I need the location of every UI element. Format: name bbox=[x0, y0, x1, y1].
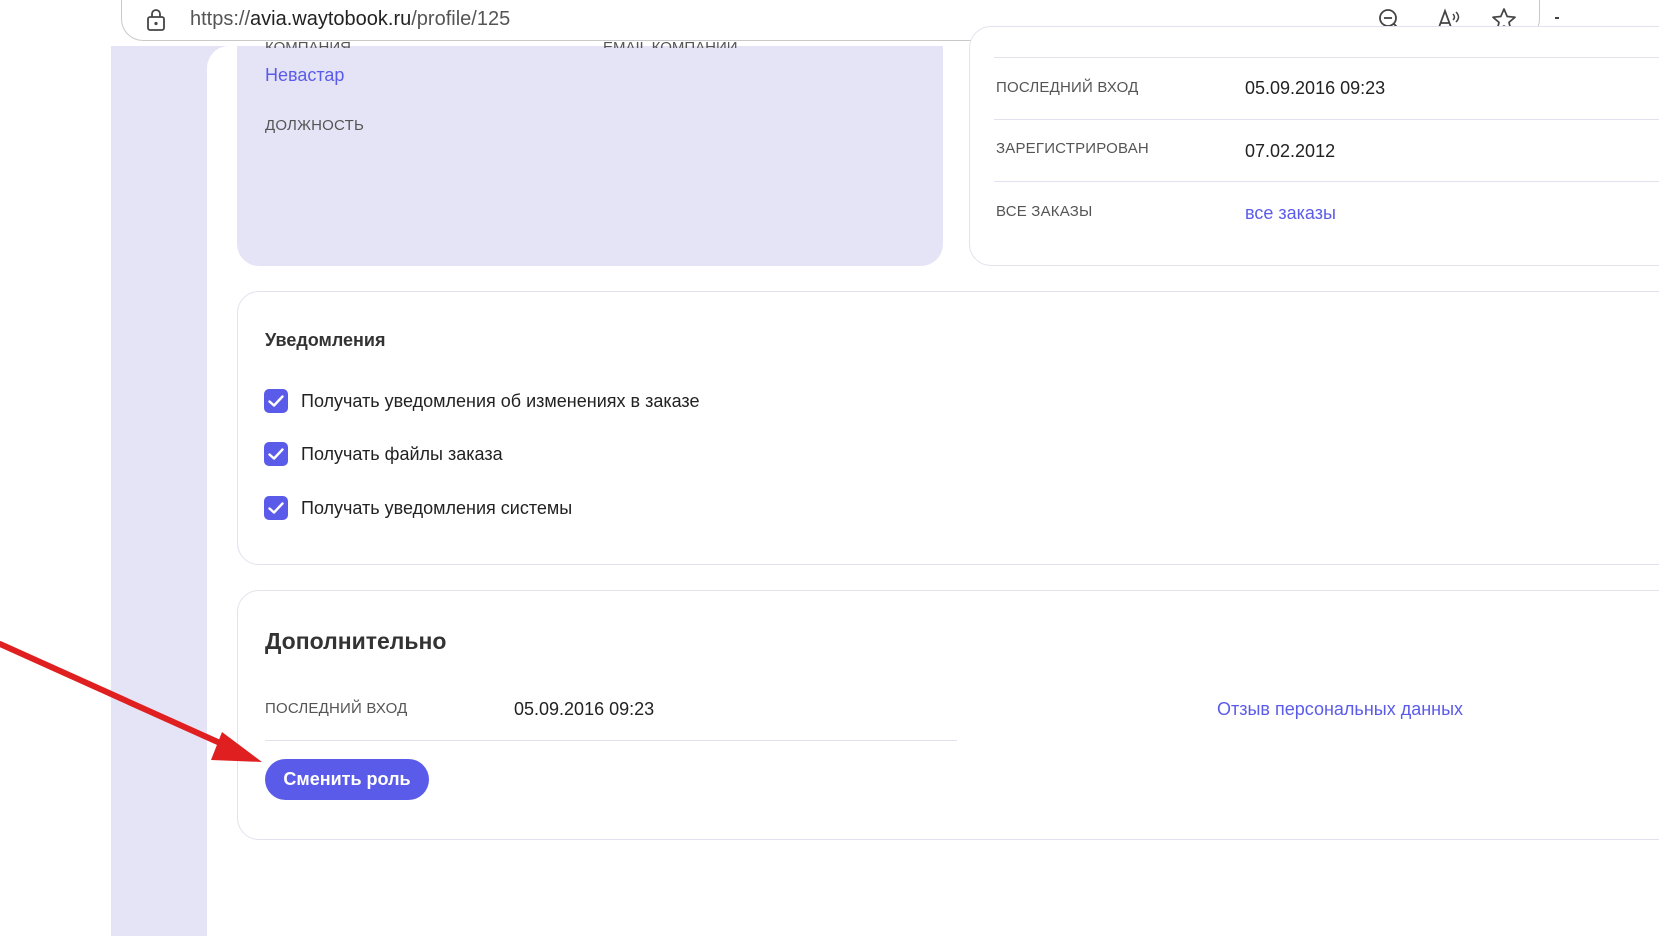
extra-last-login-value: 05.09.2016 09:23 bbox=[514, 699, 655, 719]
extra-title: Дополнительно bbox=[265, 628, 447, 654]
all-orders-label: ВСЕ ЗАКАЗЫ bbox=[996, 203, 1093, 220]
checkbox-checked[interactable] bbox=[264, 389, 288, 413]
notifications-title: Уведомления bbox=[265, 330, 386, 350]
checkmark-icon bbox=[268, 395, 284, 407]
checkbox-label: Получать уведомления системы bbox=[301, 497, 573, 518]
stats-divider bbox=[994, 119, 1659, 120]
revoke-personal-data-link[interactable]: Отзыв персональных данных bbox=[1217, 699, 1463, 720]
stats-divider bbox=[994, 57, 1659, 58]
company-label: КОМПАНИЯ bbox=[265, 39, 351, 48]
checkbox-label: Получать файлы заказа bbox=[301, 443, 503, 464]
change-role-button[interactable]: Сменить роль bbox=[265, 759, 429, 800]
notify-order-changes-option[interactable]: Получать уведомления об изменениях в зак… bbox=[264, 388, 699, 414]
extra-last-login-label: ПОСЛЕДНИЙ ВХОД bbox=[265, 700, 408, 717]
extra-divider bbox=[265, 740, 957, 741]
last-login-value: 05.09.2016 09:23 bbox=[1245, 78, 1386, 98]
notify-system-option[interactable]: Получать уведомления системы bbox=[264, 495, 572, 521]
all-orders-link[interactable]: все заказы bbox=[1245, 203, 1336, 224]
checkmark-icon bbox=[268, 502, 284, 514]
company-email-label: EMAIL КОМПАНИИ bbox=[603, 39, 738, 48]
checkbox-checked[interactable] bbox=[264, 442, 288, 466]
registered-value: 07.02.2012 bbox=[1245, 141, 1336, 161]
position-label: ДОЛЖНОСТЬ bbox=[265, 117, 364, 134]
registered-label: ЗАРЕГИСТРИРОВАН bbox=[996, 140, 1149, 157]
lock-icon[interactable] bbox=[145, 8, 167, 32]
toolbar-overflow-edge bbox=[1555, 17, 1559, 19]
last-login-label: ПОСЛЕДНИЙ ВХОД bbox=[996, 79, 1139, 96]
url-text[interactable]: https://avia.waytobook.ru/profile/125 bbox=[190, 8, 510, 31]
company-link[interactable]: Невастар bbox=[265, 65, 344, 86]
checkbox-checked[interactable] bbox=[264, 496, 288, 520]
annotation-arrow-icon bbox=[0, 641, 262, 762]
checkbox-label: Получать уведомления об изменениях в зак… bbox=[301, 390, 700, 411]
checkmark-icon bbox=[268, 448, 284, 460]
stats-divider bbox=[994, 181, 1659, 182]
notify-order-files-option[interactable]: Получать файлы заказа bbox=[264, 441, 503, 467]
notifications-card bbox=[237, 291, 1659, 565]
